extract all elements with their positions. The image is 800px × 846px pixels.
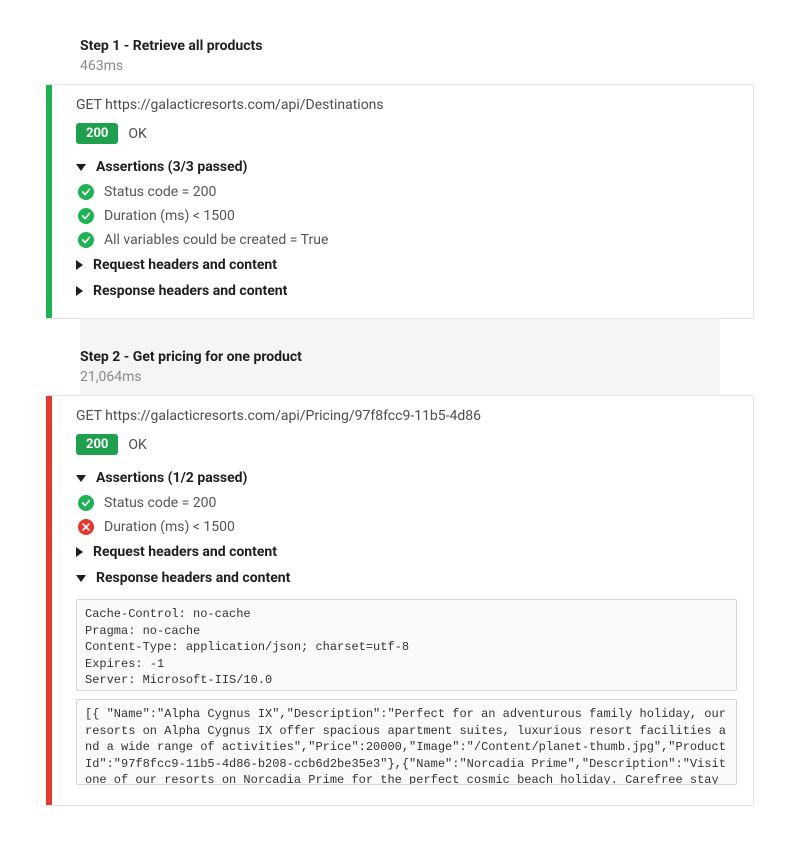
assertion-row: Duration (ms) < 1500 [76, 204, 737, 228]
check-circle-icon [78, 232, 94, 248]
assertion-text: Status code = 200 [104, 184, 216, 200]
status-text: OK [128, 437, 146, 453]
check-circle-icon [78, 208, 94, 224]
chevron-down-icon [76, 575, 86, 582]
step-timing: 21,064ms [80, 369, 720, 385]
assertion-text: Status code = 200 [104, 495, 216, 511]
assertion-row: Status code = 200 [76, 180, 737, 204]
assertion-row: Status code = 200 [76, 491, 737, 515]
assertion-text: Duration (ms) < 1500 [104, 208, 235, 224]
status-text: OK [128, 126, 146, 142]
request-line: GET https://galacticresorts.com/api/Dest… [76, 97, 737, 113]
request-headers-toggle[interactable]: Request headers and content [76, 252, 737, 278]
step-card: GET https://galacticresorts.com/api/Pric… [46, 395, 754, 806]
chevron-right-icon [76, 260, 83, 270]
response-headers-toggle[interactable]: Response headers and content [76, 278, 737, 304]
chevron-right-icon [76, 286, 83, 296]
assertion-text: Duration (ms) < 1500 [104, 519, 235, 535]
chevron-down-icon [76, 164, 86, 171]
response-headers-label: Response headers and content [96, 570, 290, 586]
x-circle-icon [78, 519, 94, 535]
status-code-badge: 200 [76, 123, 118, 144]
assertions-label: Assertions (1/2 passed) [96, 470, 247, 486]
assertion-row: All variables could be created = True [76, 228, 737, 252]
status-code-badge: 200 [76, 434, 118, 455]
response-headers-toggle[interactable]: Response headers and content [76, 565, 737, 591]
status-row: 200 OK [76, 434, 737, 455]
assertion-row: Duration (ms) < 1500 [76, 515, 737, 539]
status-row: 200 OK [76, 123, 737, 144]
request-headers-label: Request headers and content [93, 257, 277, 273]
chevron-down-icon [76, 475, 86, 482]
request-line: GET https://galacticresorts.com/api/Pric… [76, 408, 737, 424]
status-stripe [46, 396, 52, 805]
request-headers-label: Request headers and content [93, 544, 277, 560]
assertions-label: Assertions (3/3 passed) [96, 159, 247, 175]
step-card: GET https://galacticresorts.com/api/Dest… [46, 84, 754, 319]
assertions-toggle[interactable]: Assertions (3/3 passed) [76, 154, 737, 180]
check-circle-icon [78, 495, 94, 511]
response-headers-box[interactable]: Cache-Control: no-cache Pragma: no-cache… [76, 599, 737, 691]
request-headers-toggle[interactable]: Request headers and content [76, 539, 737, 565]
assertion-text: All variables could be created = True [104, 232, 328, 248]
step-timing: 463ms [80, 58, 720, 74]
chevron-right-icon [76, 547, 83, 557]
assertions-toggle[interactable]: Assertions (1/2 passed) [76, 465, 737, 491]
response-headers-label: Response headers and content [93, 283, 287, 299]
response-body-box[interactable]: [{ "Name":"Alpha Cygnus IX","Description… [76, 699, 737, 785]
step-title: Step 2 - Get pricing for one product [80, 349, 720, 365]
check-circle-icon [78, 184, 94, 200]
status-stripe [46, 85, 52, 318]
step-title: Step 1 - Retrieve all products [80, 38, 720, 54]
